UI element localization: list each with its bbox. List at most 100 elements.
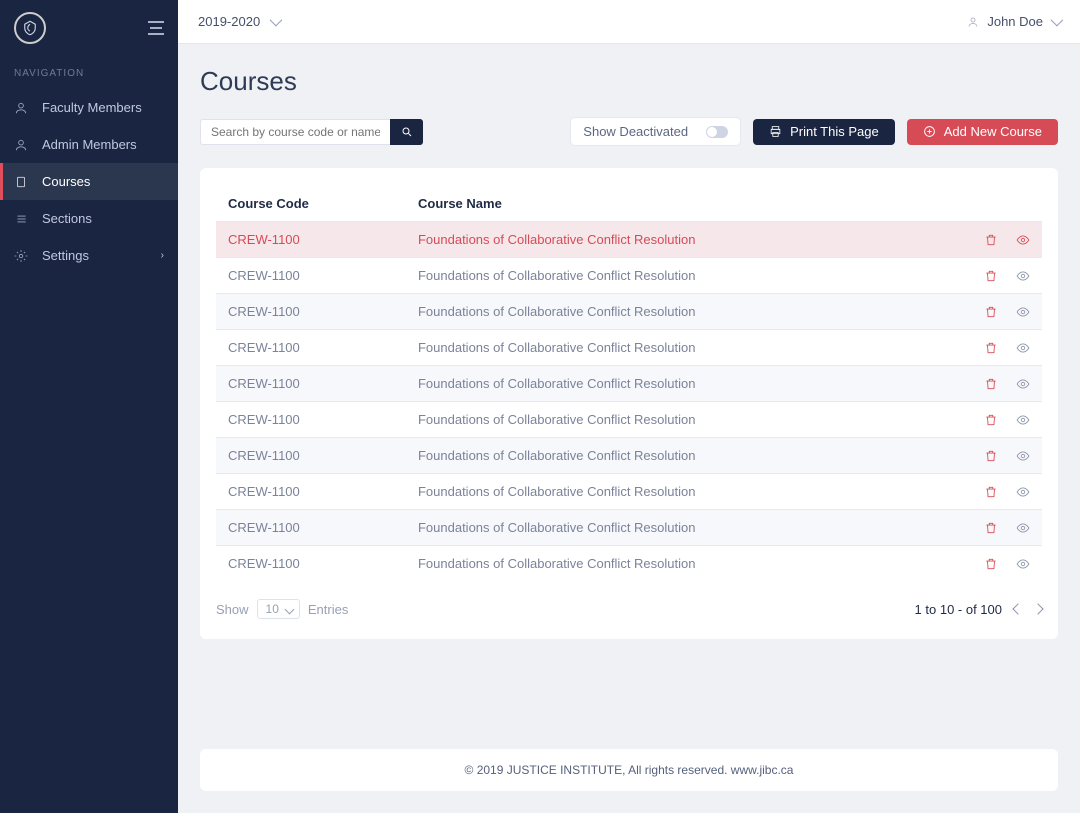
sidebar-item-label: Admin Members: [42, 137, 137, 152]
cell-name: Foundations of Collaborative Conflict Re…: [406, 546, 952, 582]
trash-icon[interactable]: [984, 305, 998, 319]
cell-code: CREW-1100: [216, 366, 406, 402]
cell-name: Foundations of Collaborative Conflict Re…: [406, 474, 952, 510]
table-row[interactable]: CREW-1100Foundations of Collaborative Co…: [216, 474, 1042, 510]
sidebar-item-admin[interactable]: Admin Members: [0, 126, 178, 163]
eye-icon[interactable]: [1016, 557, 1030, 571]
row-actions: [964, 341, 1030, 355]
chevron-right-icon: ›: [161, 250, 164, 261]
topbar: 2019-2020 John Doe: [178, 0, 1080, 44]
chevron-down-icon: [1051, 14, 1064, 27]
col-code: Course Code: [216, 186, 406, 222]
cell-code: CREW-1100: [216, 474, 406, 510]
eye-icon[interactable]: [1016, 233, 1030, 247]
table-row[interactable]: CREW-1100Foundations of Collaborative Co…: [216, 258, 1042, 294]
search-button[interactable]: [390, 119, 423, 145]
trash-icon[interactable]: [984, 377, 998, 391]
eye-icon[interactable]: [1016, 485, 1030, 499]
search-icon: [401, 126, 413, 138]
trash-icon[interactable]: [984, 413, 998, 427]
add-course-button[interactable]: Add New Course: [907, 119, 1058, 145]
trash-icon[interactable]: [984, 557, 998, 571]
trash-icon[interactable]: [984, 449, 998, 463]
cell-name: Foundations of Collaborative Conflict Re…: [406, 222, 952, 258]
print-button[interactable]: Print This Page: [753, 119, 895, 145]
cell-code: CREW-1100: [216, 402, 406, 438]
table-row[interactable]: CREW-1100Foundations of Collaborative Co…: [216, 294, 1042, 330]
app-logo: [14, 12, 46, 44]
nav-heading: NAVIGATION: [0, 62, 178, 89]
table-row[interactable]: CREW-1100Foundations of Collaborative Co…: [216, 222, 1042, 258]
table-row[interactable]: CREW-1100Foundations of Collaborative Co…: [216, 366, 1042, 402]
eye-icon[interactable]: [1016, 305, 1030, 319]
eye-icon[interactable]: [1016, 413, 1030, 427]
sidebar-item-faculty[interactable]: Faculty Members: [0, 89, 178, 126]
user-menu[interactable]: John Doe: [967, 14, 1060, 29]
next-page-button[interactable]: [1032, 603, 1043, 614]
sidebar-item-label: Sections: [42, 211, 92, 226]
cell-name: Foundations of Collaborative Conflict Re…: [406, 366, 952, 402]
printer-icon: [769, 125, 782, 138]
cell-code: CREW-1100: [216, 438, 406, 474]
cell-code: CREW-1100: [216, 546, 406, 582]
row-actions: [964, 449, 1030, 463]
user-icon: [14, 101, 28, 115]
prev-page-button[interactable]: [1012, 603, 1023, 614]
eye-icon[interactable]: [1016, 341, 1030, 355]
eye-icon[interactable]: [1016, 377, 1030, 391]
cell-code: CREW-1100: [216, 222, 406, 258]
year-selector[interactable]: 2019-2020: [198, 14, 279, 29]
sidebar-item-sections[interactable]: Sections: [0, 200, 178, 237]
cell-name: Foundations of Collaborative Conflict Re…: [406, 330, 952, 366]
sidebar-item-label: Courses: [42, 174, 90, 189]
book-icon: [14, 175, 28, 189]
user-icon: [14, 138, 28, 152]
eye-icon[interactable]: [1016, 521, 1030, 535]
cell-code: CREW-1100: [216, 294, 406, 330]
add-course-button-label: Add New Course: [944, 124, 1042, 139]
year-selector-value: 2019-2020: [198, 14, 260, 29]
table-row[interactable]: CREW-1100Foundations of Collaborative Co…: [216, 546, 1042, 582]
row-actions: [964, 377, 1030, 391]
list-icon: [14, 212, 28, 226]
sidebar: NAVIGATION Faculty Members Admin Members…: [0, 0, 178, 813]
trash-icon[interactable]: [984, 521, 998, 535]
eye-icon[interactable]: [1016, 449, 1030, 463]
table-footer: Show 10 Entries 1 to 10 - of 100: [216, 581, 1042, 619]
show-deactivated-box: Show Deactivated: [570, 117, 741, 146]
table-row[interactable]: CREW-1100Foundations of Collaborative Co…: [216, 402, 1042, 438]
toolbar: Show Deactivated Print This Page Add New…: [200, 117, 1058, 146]
sidebar-toggle-icon[interactable]: [148, 21, 164, 35]
table-row[interactable]: CREW-1100Foundations of Collaborative Co…: [216, 510, 1042, 546]
footer: © 2019 JUSTICE INSTITUTE, All rights res…: [200, 749, 1058, 791]
row-actions: [964, 485, 1030, 499]
cell-code: CREW-1100: [216, 330, 406, 366]
cell-code: CREW-1100: [216, 258, 406, 294]
show-deactivated-toggle[interactable]: [706, 126, 728, 138]
trash-icon[interactable]: [984, 269, 998, 283]
page-title: Courses: [200, 66, 1058, 97]
courses-table: Course Code Course Name CREW-1100Foundat…: [216, 186, 1042, 581]
row-actions: [964, 233, 1030, 247]
sidebar-item-settings[interactable]: Settings ›: [0, 237, 178, 274]
footer-institute: JUSTICE INSTITUTE,: [507, 763, 626, 777]
trash-icon[interactable]: [984, 233, 998, 247]
print-button-label: Print This Page: [790, 124, 879, 139]
table-row[interactable]: CREW-1100Foundations of Collaborative Co…: [216, 330, 1042, 366]
cell-name: Foundations of Collaborative Conflict Re…: [406, 258, 952, 294]
cell-name: Foundations of Collaborative Conflict Re…: [406, 402, 952, 438]
cell-code: CREW-1100: [216, 510, 406, 546]
eye-icon[interactable]: [1016, 269, 1030, 283]
gear-icon: [14, 249, 28, 263]
page-size-select[interactable]: 10: [257, 599, 300, 619]
show-deactivated-label: Show Deactivated: [583, 124, 688, 139]
courses-card: Course Code Course Name CREW-1100Foundat…: [200, 168, 1058, 639]
trash-icon[interactable]: [984, 341, 998, 355]
sidebar-item-courses[interactable]: Courses: [0, 163, 178, 200]
trash-icon[interactable]: [984, 485, 998, 499]
table-row[interactable]: CREW-1100Foundations of Collaborative Co…: [216, 438, 1042, 474]
entries-label: Entries: [308, 602, 348, 617]
search-input[interactable]: [200, 119, 390, 145]
main: 2019-2020 John Doe Courses Show Deactiva…: [178, 0, 1080, 813]
row-actions: [964, 269, 1030, 283]
